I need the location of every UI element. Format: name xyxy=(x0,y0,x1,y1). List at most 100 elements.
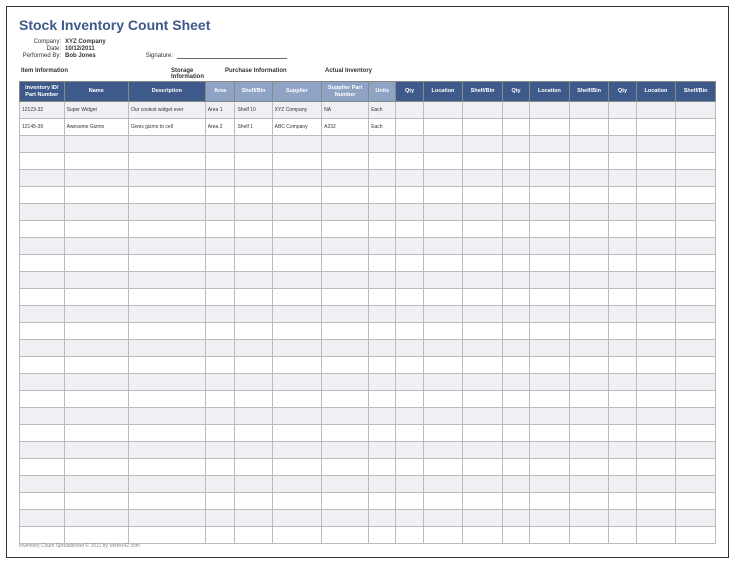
table-body: 12123-32Super WidgetOur coolest widget e… xyxy=(20,102,716,544)
table-row xyxy=(20,272,716,289)
table-cell xyxy=(396,221,423,238)
table-cell xyxy=(676,238,716,255)
table-cell xyxy=(205,221,235,238)
table-cell xyxy=(569,170,609,187)
table-cell xyxy=(20,357,65,374)
table-cell xyxy=(463,357,503,374)
table-row xyxy=(20,136,716,153)
table-cell xyxy=(272,272,322,289)
table-cell xyxy=(272,323,322,340)
table-cell xyxy=(396,510,423,527)
table-cell xyxy=(322,170,369,187)
table-cell xyxy=(235,272,272,289)
table-row xyxy=(20,425,716,442)
table-cell xyxy=(609,119,636,136)
table-cell xyxy=(676,119,716,136)
table-cell xyxy=(423,289,463,306)
table-cell xyxy=(128,238,205,255)
table-cell xyxy=(423,408,463,425)
table-cell xyxy=(205,510,235,527)
table-cell xyxy=(676,357,716,374)
table-cell xyxy=(369,374,396,391)
table-cell xyxy=(128,306,205,323)
table-cell xyxy=(396,272,423,289)
table-cell xyxy=(569,153,609,170)
table-cell xyxy=(636,374,676,391)
table-row xyxy=(20,221,716,238)
table-header-row: Inventory ID/ Part Number Name Descripti… xyxy=(20,82,716,102)
table-row xyxy=(20,187,716,204)
table-cell xyxy=(463,289,503,306)
table-cell: Area 2 xyxy=(205,119,235,136)
table-cell xyxy=(322,476,369,493)
table-cell xyxy=(569,204,609,221)
table-cell xyxy=(502,255,529,272)
table-cell xyxy=(322,425,369,442)
table-cell xyxy=(530,527,570,544)
table-cell xyxy=(128,340,205,357)
table-cell xyxy=(530,187,570,204)
table-cell xyxy=(502,102,529,119)
table-cell xyxy=(369,153,396,170)
table-cell xyxy=(235,187,272,204)
table-cell xyxy=(609,272,636,289)
table-cell xyxy=(636,255,676,272)
table-cell xyxy=(205,204,235,221)
table-cell xyxy=(128,272,205,289)
table-cell xyxy=(636,221,676,238)
table-row xyxy=(20,374,716,391)
table-cell xyxy=(609,374,636,391)
table-row xyxy=(20,153,716,170)
table-cell xyxy=(636,102,676,119)
table-cell xyxy=(369,527,396,544)
table-cell xyxy=(128,323,205,340)
table-cell xyxy=(609,493,636,510)
table-cell xyxy=(20,221,65,238)
table-cell xyxy=(235,170,272,187)
table-cell xyxy=(609,510,636,527)
table-cell xyxy=(423,527,463,544)
table-cell: A232 xyxy=(322,119,369,136)
table-cell xyxy=(235,204,272,221)
table-cell xyxy=(676,136,716,153)
table-cell xyxy=(272,459,322,476)
table-cell xyxy=(369,255,396,272)
table-cell xyxy=(322,136,369,153)
table-cell xyxy=(322,340,369,357)
table-cell xyxy=(609,204,636,221)
signature-section: Signature: xyxy=(146,45,287,59)
table-cell xyxy=(676,493,716,510)
page-title: Stock Inventory Count Sheet xyxy=(19,17,716,33)
table-cell xyxy=(609,425,636,442)
table-cell xyxy=(396,442,423,459)
table-cell xyxy=(396,289,423,306)
table-cell xyxy=(463,238,503,255)
table-cell: Our coolest widget ever xyxy=(128,102,205,119)
table-cell xyxy=(569,289,609,306)
table-cell xyxy=(396,306,423,323)
table-cell xyxy=(322,204,369,221)
table-cell xyxy=(235,408,272,425)
table-cell xyxy=(423,374,463,391)
table-cell xyxy=(64,153,128,170)
table-cell xyxy=(322,442,369,459)
table-cell xyxy=(502,119,529,136)
signature-label: Signature: xyxy=(146,53,173,59)
table-cell xyxy=(322,527,369,544)
table-cell xyxy=(423,153,463,170)
table-cell xyxy=(396,374,423,391)
table-row xyxy=(20,238,716,255)
table-cell xyxy=(636,510,676,527)
col-area: Area xyxy=(205,82,235,102)
table-cell xyxy=(128,289,205,306)
table-cell xyxy=(64,459,128,476)
table-cell xyxy=(128,153,205,170)
table-cell xyxy=(396,170,423,187)
table-cell xyxy=(128,187,205,204)
table-cell xyxy=(396,238,423,255)
table-cell: Each xyxy=(369,119,396,136)
table-cell xyxy=(530,323,570,340)
table-cell xyxy=(205,459,235,476)
table-cell xyxy=(235,493,272,510)
table-cell xyxy=(569,459,609,476)
